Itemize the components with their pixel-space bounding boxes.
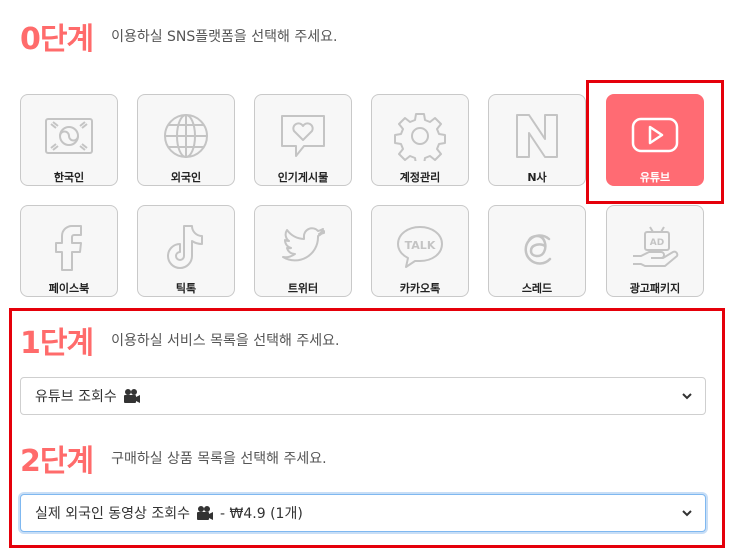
platform-tile-foreigner[interactable]: 외국인 (137, 94, 235, 186)
tile-label: 외국인 (170, 171, 202, 184)
step0-number: 0단계 (20, 22, 94, 57)
korea-flag-icon (45, 118, 93, 154)
step2-number: 2단계 (20, 444, 94, 479)
movie-camera-icon (123, 389, 140, 403)
tiktok-icon (167, 225, 203, 269)
youtube-highlight-box (586, 80, 724, 204)
chevron-down-icon (682, 510, 692, 517)
tile-label: 트위터 (287, 282, 319, 295)
heart-chat-icon (281, 115, 325, 157)
platform-tile-tiktok[interactable]: 틱톡 (137, 205, 235, 297)
step2-header: 2단계 구매하실 상품 목록을 선택해 주세요. (20, 436, 327, 480)
tile-label: 광고패키지 (629, 282, 681, 295)
ad-package-icon: AD (633, 226, 679, 267)
chevron-down-icon (682, 393, 692, 400)
kakaotalk-icon: TALK (397, 226, 443, 268)
tile-label: 인기게시물 (277, 171, 329, 184)
tile-label: 페이스북 (48, 282, 90, 295)
svg-text:AD: AD (650, 238, 664, 248)
tile-label: 카카오톡 (399, 282, 441, 295)
product-select-value-prefix: 실제 외국인 동영상 조회수 (35, 506, 191, 522)
movie-camera-icon (197, 506, 214, 520)
tile-label: 한국인 (53, 171, 85, 184)
step2-description: 구매하실 상품 목록을 선택해 주세요. (111, 451, 327, 467)
step1-header: 1단계 이용하실 서비스 목록을 선택해 주세요. (20, 318, 339, 362)
platform-tile-popular-posts[interactable]: 인기게시물 (254, 94, 352, 186)
platform-tile-facebook[interactable]: 페이스북 (20, 205, 118, 297)
facebook-icon (55, 224, 82, 271)
service-select[interactable]: 유튜브 조회수 (20, 377, 706, 415)
step1-description: 이용하실 서비스 목록을 선택해 주세요. (111, 333, 340, 349)
step1-number: 1단계 (20, 326, 94, 361)
platform-tile-threads[interactable]: 스레드 (488, 205, 586, 297)
tile-label: N사 (527, 171, 547, 184)
platform-tile-account-management[interactable]: 계정관리 (371, 94, 469, 186)
service-select-value: 유튜브 조회수 (35, 389, 117, 405)
platform-tile-korean[interactable]: 한국인 (20, 94, 118, 186)
product-select[interactable]: 실제 외국인 동영상 조회수 - ₩4.9 (1개) (20, 494, 706, 532)
tile-label: 틱톡 (175, 282, 197, 295)
gear-icon (394, 113, 446, 161)
twitter-bird-icon (282, 227, 325, 262)
platform-tile-ad-package[interactable]: AD 광고패키지 (606, 205, 704, 297)
svg-text:TALK: TALK (405, 239, 436, 252)
step0-header: 0단계 이용하실 SNS플랫폼을 선택해 주세요. (20, 14, 337, 58)
step0-description: 이용하실 SNS플랫폼을 선택해 주세요. (111, 29, 338, 45)
tile-label: 스레드 (521, 282, 553, 295)
threads-icon (524, 234, 552, 265)
platform-tile-twitter[interactable]: 트위터 (254, 205, 352, 297)
tile-label: 계정관리 (399, 171, 441, 184)
platform-tile-kakaotalk[interactable]: TALK 카카오톡 (371, 205, 469, 297)
globe-icon (164, 114, 208, 158)
naver-n-icon (516, 114, 558, 158)
product-select-value-suffix: - ₩4.9 (1개) (220, 506, 303, 522)
platform-tile-naver[interactable]: N사 (488, 94, 586, 186)
